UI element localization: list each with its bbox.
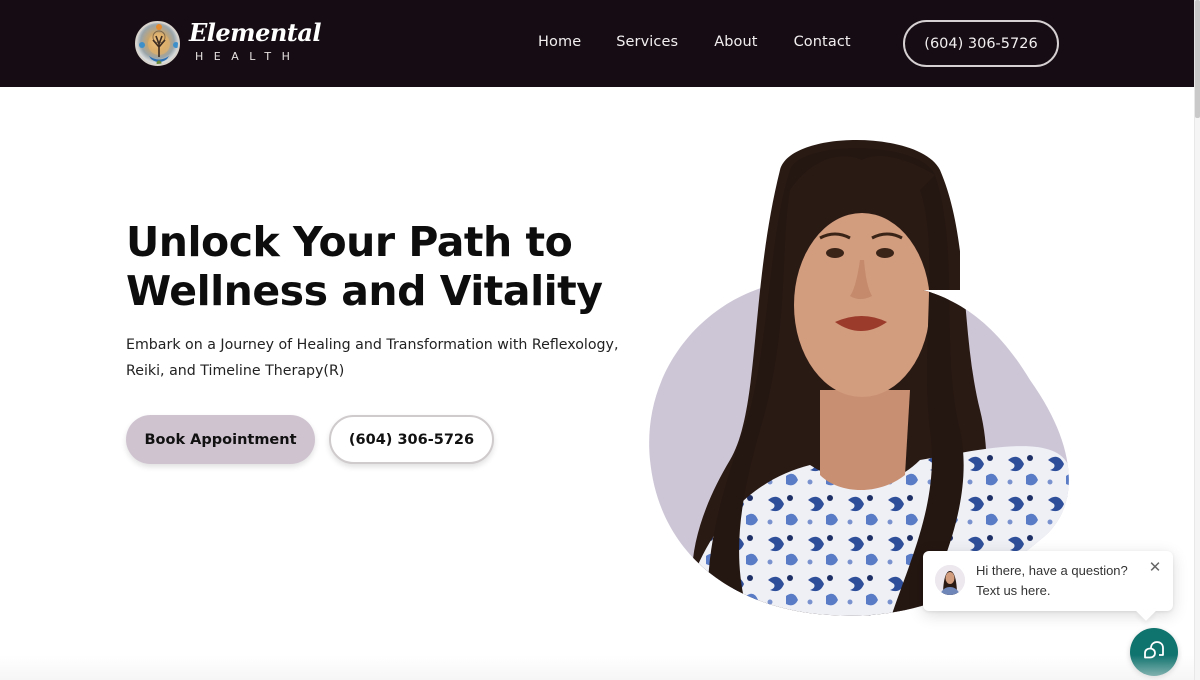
header-phone-button[interactable]: (604) 306-5726 (903, 20, 1059, 67)
tree-of-life-emblem-icon (135, 21, 180, 66)
close-icon[interactable]: ✕ (1147, 559, 1163, 575)
practitioner-portrait (640, 130, 1080, 620)
hero-subtitle: Embark on a Journey of Healing and Trans… (126, 337, 619, 379)
site-header: Elemental HEALTH Home Services About Con… (0, 0, 1195, 87)
nav-about[interactable]: About (714, 34, 757, 50)
nav-home[interactable]: Home (538, 34, 581, 50)
nav-contact[interactable]: Contact (794, 34, 851, 50)
chat-prompt-bubble[interactable]: Hi there, have a question? Text us here.… (923, 551, 1173, 611)
scrollbar-thumb[interactable] (1195, 0, 1200, 118)
chat-agent-avatar (935, 565, 965, 595)
logo-subtitle: HEALTH (195, 50, 301, 63)
hero-title: Unlock Your Path to Wellness and Vitalit… (126, 218, 603, 315)
logo-link[interactable]: Elemental HEALTH (135, 18, 322, 68)
chat-prompt-line1: Hi there, have a question? (976, 563, 1128, 578)
chat-prompt-text: Hi there, have a question? Text us here. (976, 561, 1128, 601)
main-nav: Home Services About Contact (538, 34, 887, 50)
logo-wordmark: Elemental (189, 18, 322, 47)
nav-services[interactable]: Services (616, 34, 678, 50)
chat-prompt-line2: Text us here. (976, 583, 1051, 598)
book-appointment-button[interactable]: Book Appointment (126, 415, 315, 464)
section-bottom-fade (0, 655, 1194, 680)
hero-phone-button[interactable]: (604) 306-5726 (329, 415, 494, 464)
page-scrollbar[interactable] (1194, 0, 1200, 680)
